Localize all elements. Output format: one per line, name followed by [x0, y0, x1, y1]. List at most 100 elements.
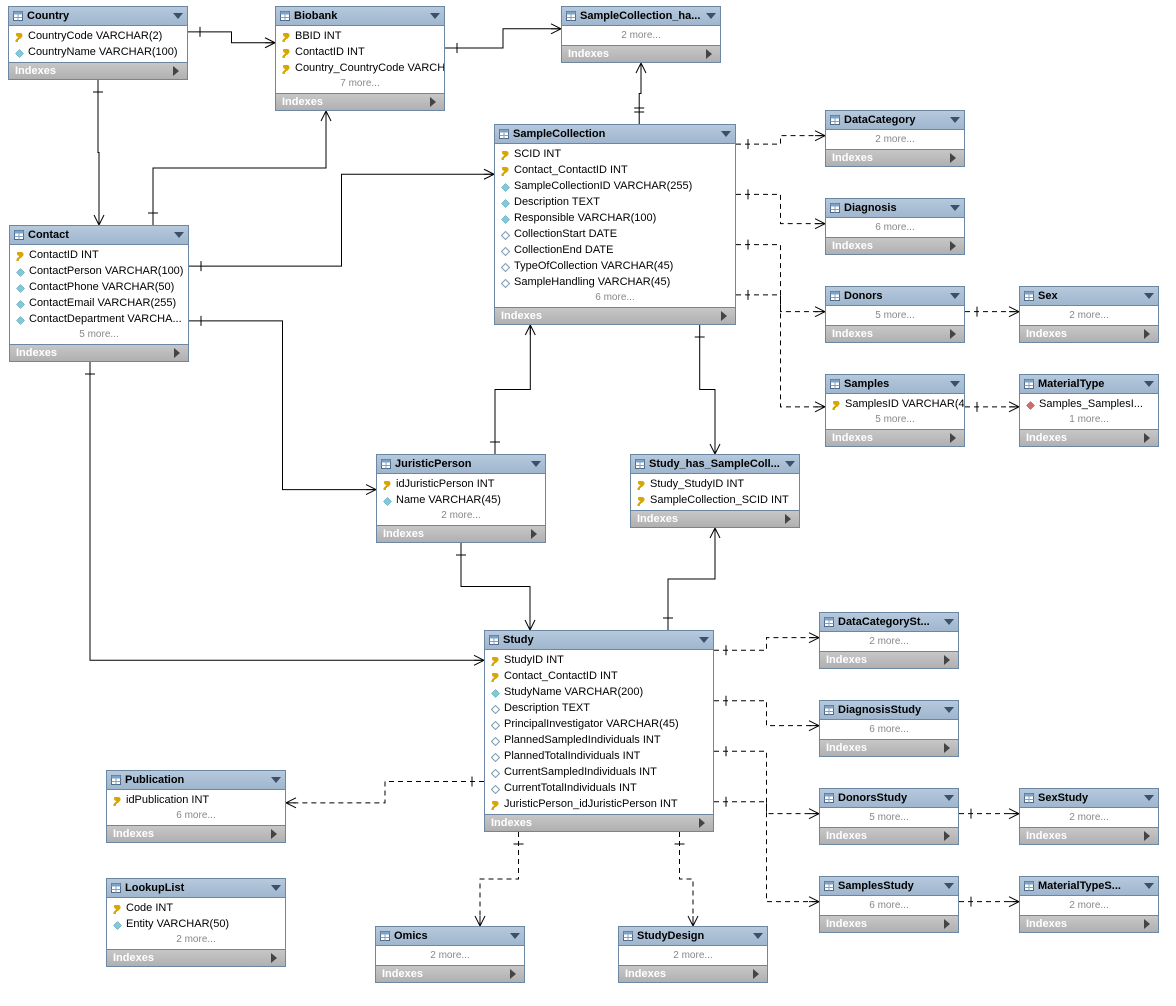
entity-diags[interactable]: DiagnosisStudy 6 more... Indexes [819, 700, 959, 757]
chevron-right-icon[interactable] [785, 514, 791, 524]
entity-header[interactable]: DataCategorySt... [820, 613, 958, 632]
entity-sexs[interactable]: SexStudy2 more...Indexes [1019, 788, 1159, 845]
chevron-down-icon[interactable] [753, 933, 763, 939]
entity-lookup[interactable]: LookupListCode INTEntity VARCHAR(50)2 mo… [106, 878, 286, 967]
more-indicator[interactable]: 2 more... [562, 28, 720, 43]
column-row[interactable]: PlannedTotalIndividuals INT [485, 748, 713, 764]
chevron-down-icon[interactable] [944, 707, 954, 713]
entity-shs[interactable]: Study_has_SampleColl...Study_StudyID INT… [630, 454, 800, 528]
indexes-section[interactable]: Indexes [826, 149, 964, 166]
indexes-section[interactable]: Indexes [9, 62, 187, 79]
entity-header[interactable]: JuristicPerson [377, 455, 545, 474]
more-indicator[interactable]: 5 more... [826, 308, 964, 323]
chevron-right-icon[interactable] [706, 49, 712, 59]
more-indicator[interactable]: 6 more... [826, 220, 964, 235]
entity-header[interactable]: SamplesStudy [820, 877, 958, 896]
indexes-section[interactable]: Indexes [485, 814, 713, 831]
entity-header[interactable]: Omics [376, 927, 524, 946]
more-indicator[interactable]: 2 more... [1020, 898, 1158, 913]
chevron-right-icon[interactable] [944, 743, 950, 753]
column-row[interactable]: SamplesID VARCHAR(45) [826, 396, 964, 412]
chevron-down-icon[interactable] [706, 13, 716, 19]
indexes-section[interactable]: Indexes [562, 45, 720, 62]
indexes-section[interactable]: Indexes [276, 93, 444, 110]
column-row[interactable]: Contact_ContactID INT [485, 668, 713, 684]
chevron-right-icon[interactable] [950, 153, 956, 163]
indexes-section[interactable]: Indexes [495, 307, 735, 324]
column-row[interactable]: SampleCollectionID VARCHAR(255) [495, 178, 735, 194]
chevron-down-icon[interactable] [950, 205, 960, 211]
chevron-right-icon[interactable] [510, 969, 516, 979]
indexes-section[interactable]: Indexes [1020, 915, 1158, 932]
column-row[interactable]: BBID INT [276, 28, 444, 44]
entity-datacat[interactable]: DataCategory2 more...Indexes [825, 110, 965, 167]
indexes-section[interactable]: Indexes [107, 949, 285, 966]
column-row[interactable]: CountryName VARCHAR(100) [9, 44, 187, 60]
entity-mattype[interactable]: MaterialTypeSamples_SamplesI...1 more...… [1019, 374, 1159, 447]
chevron-right-icon[interactable] [753, 969, 759, 979]
column-row[interactable]: Description TEXT [495, 194, 735, 210]
column-row[interactable]: ContactID INT [10, 247, 188, 263]
more-indicator[interactable]: 5 more... [826, 412, 964, 427]
chevron-right-icon[interactable] [721, 311, 727, 321]
column-row[interactable]: Study_StudyID INT [631, 476, 799, 492]
entity-diag[interactable]: Diagnosis6 more...Indexes [825, 198, 965, 255]
indexes-section[interactable]: Indexes [376, 965, 524, 982]
chevron-down-icon[interactable] [950, 381, 960, 387]
entity-sex[interactable]: Sex 2 more... Indexes [1019, 286, 1159, 343]
column-row[interactable]: Contact_ContactID INT [495, 162, 735, 178]
chevron-down-icon[interactable] [173, 13, 183, 19]
entity-header[interactable]: Samples [826, 375, 964, 394]
chevron-down-icon[interactable] [1144, 795, 1154, 801]
indexes-section[interactable]: Indexes [631, 510, 799, 527]
more-indicator[interactable]: 6 more... [495, 290, 735, 305]
column-row[interactable]: ContactPhone VARCHAR(50) [10, 279, 188, 295]
entity-sc_has[interactable]: SampleCollection_ha... 2 more... Indexes [561, 6, 721, 63]
entity-header[interactable]: Sex [1020, 287, 1158, 306]
more-indicator[interactable]: 2 more... [376, 948, 524, 963]
indexes-section[interactable]: Indexes [1020, 827, 1158, 844]
entity-header[interactable]: Publication [107, 771, 285, 790]
indexes-section[interactable]: Indexes [10, 344, 188, 361]
indexes-section[interactable]: Indexes [820, 739, 958, 756]
more-indicator[interactable]: 2 more... [1020, 308, 1158, 323]
entity-header[interactable]: DataCategory [826, 111, 964, 130]
column-row[interactable]: Samples_SamplesI... [1020, 396, 1158, 412]
entity-stdes[interactable]: StudyDesign2 more...Indexes [618, 926, 768, 983]
more-indicator[interactable]: 2 more... [107, 932, 285, 947]
entity-biobank[interactable]: BiobankBBID INTContactID INTCountry_Coun… [275, 6, 445, 111]
indexes-section[interactable]: Indexes [820, 651, 958, 668]
indexes-section[interactable]: Indexes [826, 325, 964, 342]
chevron-down-icon[interactable] [950, 117, 960, 123]
indexes-section[interactable]: Indexes [107, 825, 285, 842]
entity-header[interactable]: Biobank [276, 7, 444, 26]
entity-contact[interactable]: ContactContactID INTContactPerson VARCHA… [9, 225, 189, 362]
entity-donorss[interactable]: DonorsStudy5 more...Indexes [819, 788, 959, 845]
entity-header[interactable]: MaterialType [1020, 375, 1158, 394]
chevron-down-icon[interactable] [785, 461, 795, 467]
chevron-right-icon[interactable] [1144, 831, 1150, 841]
chevron-right-icon[interactable] [1144, 919, 1150, 929]
entity-datacats[interactable]: DataCategorySt... 2 more... Indexes [819, 612, 959, 669]
indexes-section[interactable]: Indexes [1020, 325, 1158, 342]
more-indicator[interactable]: 6 more... [820, 722, 958, 737]
column-row[interactable]: Code INT [107, 900, 285, 916]
column-row[interactable]: ContactID INT [276, 44, 444, 60]
entity-header[interactable]: DiagnosisStudy [820, 701, 958, 720]
column-row[interactable]: Description TEXT [485, 700, 713, 716]
column-row[interactable]: SCID INT [495, 146, 735, 162]
entity-header[interactable]: SampleCollection_ha... [562, 7, 720, 26]
chevron-down-icon[interactable] [430, 13, 440, 19]
column-row[interactable]: SampleCollection_SCID INT [631, 492, 799, 508]
chevron-down-icon[interactable] [950, 293, 960, 299]
entity-header[interactable]: DonorsStudy [820, 789, 958, 808]
entity-sampless[interactable]: SamplesStudy 6 more... Indexes [819, 876, 959, 933]
chevron-right-icon[interactable] [271, 953, 277, 963]
more-indicator[interactable]: 6 more... [107, 808, 285, 823]
chevron-right-icon[interactable] [531, 529, 537, 539]
more-indicator[interactable]: 6 more... [820, 898, 958, 913]
chevron-right-icon[interactable] [173, 66, 179, 76]
entity-header[interactable]: Contact [10, 226, 188, 245]
indexes-section[interactable]: Indexes [820, 915, 958, 932]
more-indicator[interactable]: 2 more... [820, 634, 958, 649]
